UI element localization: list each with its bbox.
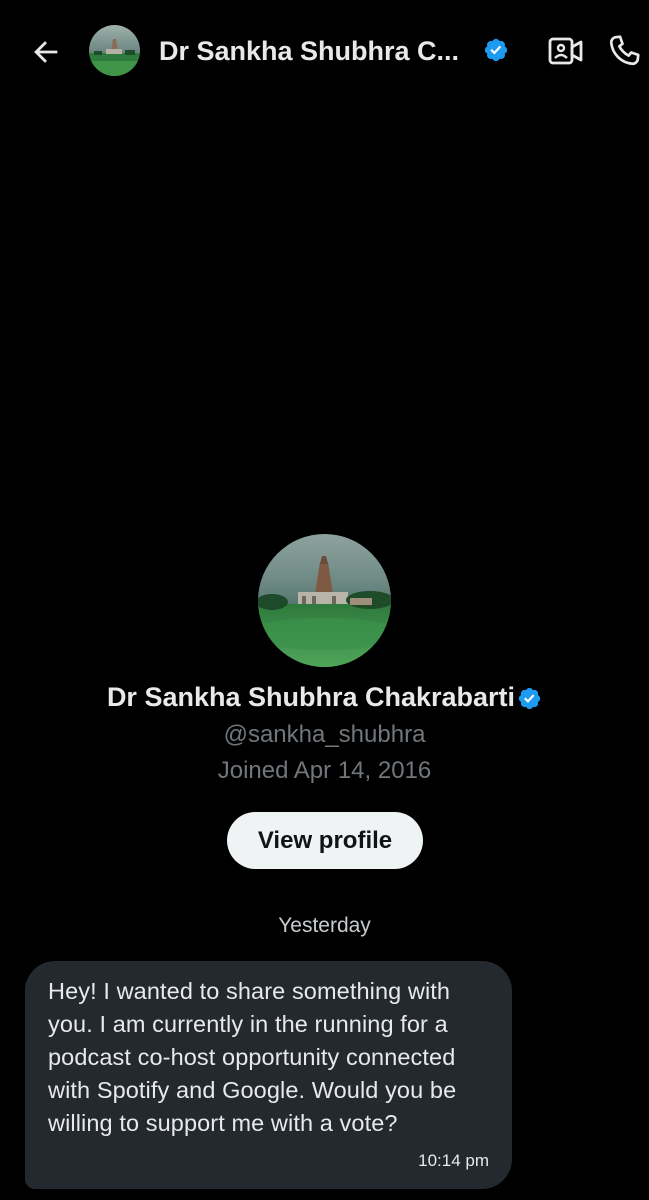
view-profile-button[interactable]: View profile — [227, 812, 423, 869]
header-title[interactable]: Dr Sankha Shubhra C... — [159, 33, 479, 69]
profile-name-row: Dr Sankha Shubhra Chakrabarti — [0, 678, 649, 716]
verified-badge-icon — [518, 687, 541, 709]
message-text: Hey! I wanted to share something with yo… — [48, 978, 457, 1136]
video-call-button[interactable] — [548, 35, 584, 67]
phone-call-button[interactable] — [606, 33, 642, 69]
date-divider: Yesterday — [278, 914, 371, 937]
profile-joined-date: Joined Apr 14, 2016 — [217, 757, 432, 784]
header-avatar[interactable] — [89, 25, 140, 76]
profile-name: Dr Sankha Shubhra Chakrabarti — [106, 682, 516, 712]
conversation-header: Dr Sankha Shubhra C... — [0, 0, 649, 102]
profile-avatar[interactable] — [258, 534, 391, 667]
back-button[interactable] — [26, 32, 66, 72]
verified-badge-icon — [484, 38, 508, 62]
profile-handle: @sankha_shubhra — [223, 721, 426, 748]
message-bubble[interactable]: Hey! I wanted to share something with yo… — [25, 961, 512, 1189]
message-timestamp: 10:14 pm — [418, 1151, 489, 1170]
video-call-icon — [548, 37, 583, 65]
arrow-left-icon — [34, 41, 58, 63]
phone-call-icon — [609, 35, 640, 66]
